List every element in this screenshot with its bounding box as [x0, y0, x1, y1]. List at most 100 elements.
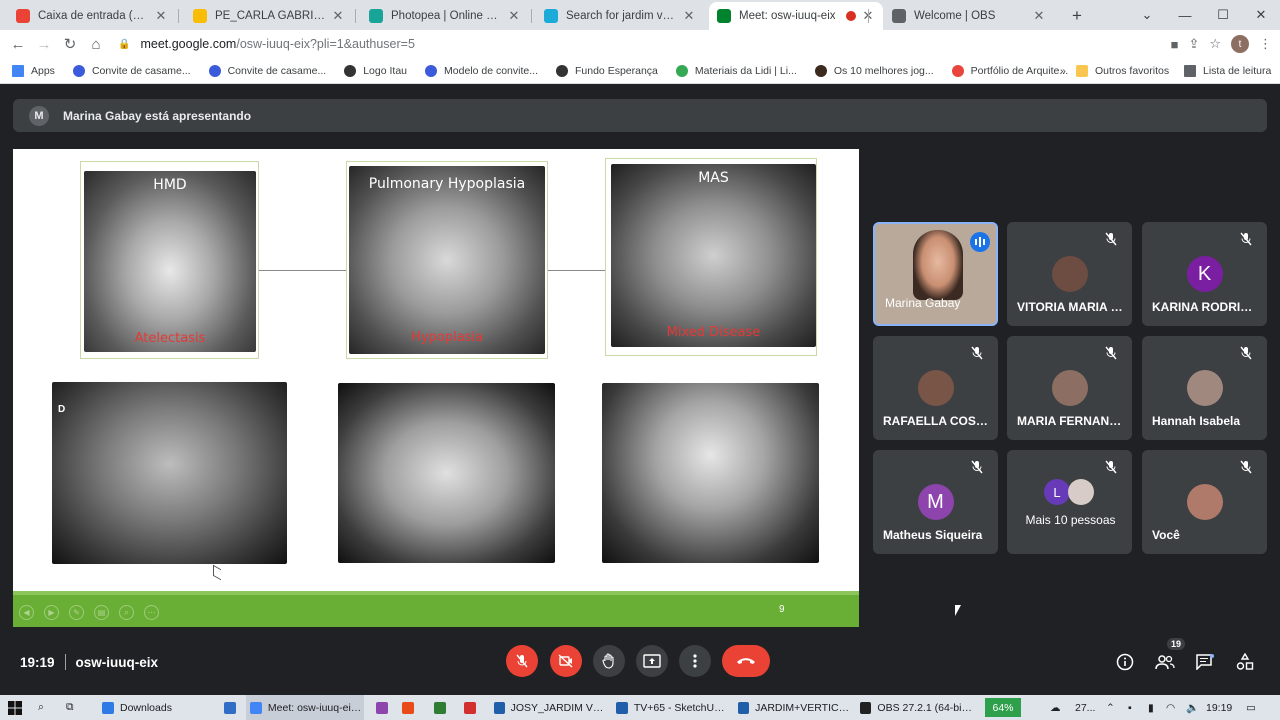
- meeting-info-button[interactable]: [1114, 651, 1136, 673]
- back-button[interactable]: ←: [5, 36, 31, 53]
- browser-menu-icon[interactable]: ⋮: [1259, 36, 1272, 52]
- slides-icon[interactable]: ▤: [94, 605, 109, 620]
- participant-tile[interactable]: RAFAELLA COST...: [873, 336, 998, 440]
- taskbar-app[interactable]: JOSY_JARDIM VERT...: [490, 695, 608, 720]
- profile-avatar[interactable]: t: [1231, 35, 1249, 53]
- taskbar-app-label: TV+65 - SketchUp ...: [633, 701, 730, 714]
- browser-tab[interactable]: Photopea | Online Photo Ed ✕: [361, 2, 529, 30]
- bookmark-item[interactable]: Convite de casame...: [72, 64, 191, 77]
- taskbar-clock[interactable]: 19:19: [1206, 695, 1232, 720]
- search-icon[interactable]: ⌕: [38, 695, 44, 720]
- close-tab-icon[interactable]: ✕: [1032, 8, 1046, 24]
- camera-in-use-icon[interactable]: ■: [1171, 37, 1179, 52]
- reading-list[interactable]: Lista de leitura: [1184, 64, 1272, 77]
- participant-tile[interactable]: Marina Gabay: [873, 222, 998, 326]
- participant-tile[interactable]: MARIA FERNAND...: [1007, 336, 1132, 440]
- temperature[interactable]: 27...: [1075, 695, 1095, 720]
- participant-name: MARIA FERNAND...: [1017, 414, 1124, 428]
- weather-icon[interactable]: ☁: [1050, 695, 1061, 720]
- bookmark-item[interactable]: Materiais da Lidi | Li...: [675, 64, 797, 77]
- battery-indicator: 64%: [985, 698, 1021, 717]
- browser-tab[interactable]: Welcome | OBS ✕: [884, 2, 1054, 30]
- participant-name: Mais 10 pessoas: [1025, 513, 1116, 527]
- taskbar-app[interactable]: [398, 695, 420, 720]
- bookmark-label: Materiais da Lidi | Li...: [694, 64, 797, 77]
- wifi-icon[interactable]: ◠: [1166, 695, 1175, 720]
- taskbar-app[interactable]: [430, 695, 452, 720]
- taskbar-app[interactable]: [372, 695, 394, 720]
- prev-slide-icon[interactable]: ◀: [19, 605, 34, 620]
- tray-chevron-icon[interactable]: ⌃: [1106, 695, 1115, 720]
- forward-button[interactable]: →: [31, 36, 57, 53]
- participant-name: VITORIA MARIA L...: [1017, 300, 1124, 314]
- minimize-button[interactable]: —: [1166, 8, 1204, 23]
- participant-tile[interactable]: L Mais 10 pessoas: [1007, 450, 1132, 554]
- present-button[interactable]: [636, 645, 668, 677]
- taskbar-app[interactable]: [460, 695, 482, 720]
- volume-icon[interactable]: 🔈: [1186, 695, 1199, 720]
- participant-tile[interactable]: Hannah Isabela: [1142, 336, 1267, 440]
- more-options-button[interactable]: [679, 645, 711, 677]
- bookmark-item[interactable]: Apps: [12, 64, 55, 77]
- activities-button[interactable]: [1234, 651, 1256, 673]
- mic-off-button[interactable]: [506, 645, 538, 677]
- bookmark-item[interactable]: Modelo de convite...: [425, 64, 538, 77]
- reading-list-label: Lista de leitura: [1203, 64, 1272, 77]
- maximize-button[interactable]: ☐: [1204, 7, 1242, 23]
- tray-app-icon[interactable]: ▪: [1128, 695, 1132, 720]
- notifications-icon[interactable]: ▭: [1246, 695, 1256, 720]
- app-icon: [402, 701, 414, 714]
- task-view-icon[interactable]: ⧉: [66, 695, 74, 720]
- home-button[interactable]: ⌂: [83, 36, 109, 53]
- raise-hand-button[interactable]: [593, 645, 625, 677]
- next-slide-icon[interactable]: ▶: [44, 605, 59, 620]
- more-options-icon[interactable]: ⋯: [144, 605, 159, 620]
- taskbar-app[interactable]: [220, 695, 242, 720]
- camera-off-button[interactable]: [550, 645, 582, 677]
- taskbar-app[interactable]: TV+65 - SketchUp ...: [612, 695, 730, 720]
- taskbar-app[interactable]: Meet: osw-iuuq-eix...: [246, 695, 364, 720]
- more-vert-icon: [693, 654, 697, 668]
- new-tab-button[interactable]: +: [1064, 2, 1088, 30]
- bookmark-item[interactable]: Fundo Esperança: [556, 64, 658, 77]
- start-button[interactable]: [8, 695, 22, 720]
- url-host: meet.google.com: [140, 37, 237, 51]
- tab-search-icon[interactable]: ⌄: [1128, 7, 1166, 23]
- close-window-button[interactable]: ✕: [1242, 7, 1280, 23]
- bookmark-item[interactable]: Logo Itau: [344, 64, 407, 77]
- bookmark-item[interactable]: Portfólio de Arquite...: [951, 64, 1068, 77]
- usb-icon[interactable]: ▮: [1148, 695, 1154, 720]
- participant-tile[interactable]: M Matheus Siqueira: [873, 450, 998, 554]
- bookmarks-overflow[interactable]: »: [1060, 65, 1066, 77]
- address-bar[interactable]: 🔒 meet.google.com/osw-iuuq-eix?pli=1&aut…: [118, 33, 1118, 55]
- people-button[interactable]: [1154, 651, 1176, 673]
- other-favorites[interactable]: Outros favoritos: [1076, 64, 1169, 77]
- pen-icon[interactable]: ✎: [69, 605, 84, 620]
- participant-tile[interactable]: VITORIA MARIA L...: [1007, 222, 1132, 326]
- leave-call-button[interactable]: [722, 645, 770, 677]
- participant-tile[interactable]: Você: [1142, 450, 1267, 554]
- zoom-icon[interactable]: ⌕: [119, 605, 134, 620]
- browser-tab[interactable]: Caixa de entrada (126) - th ✕: [8, 2, 176, 30]
- xray-label: D: [58, 404, 66, 415]
- mic-off-icon: [516, 654, 528, 668]
- chat-button[interactable]: [1194, 651, 1216, 673]
- taskbar-app[interactable]: JARDIM+VERTICAL...: [734, 695, 852, 720]
- taskbar-app[interactable]: OBS 27.2.1 (64-bit, ...: [856, 695, 974, 720]
- browser-tab[interactable]: PE_CARLA GABRIEL_DET. FA ✕: [185, 2, 353, 30]
- close-tab-icon[interactable]: ✕: [154, 8, 168, 24]
- close-tab-icon[interactable]: ✕: [331, 8, 345, 24]
- tab-title: PE_CARLA GABRIEL_DET. FA: [215, 10, 325, 22]
- browser-tab[interactable]: ✕: [838, 2, 866, 30]
- bookmark-item[interactable]: Convite de casame...: [208, 64, 326, 77]
- browser-tab[interactable]: Search for jardim vertical | ✕: [536, 2, 704, 30]
- participant-tile[interactable]: K KARINA RODRIG...: [1142, 222, 1267, 326]
- xray-caption: Atelectasis: [134, 331, 206, 346]
- close-tab-icon[interactable]: ✕: [682, 8, 696, 24]
- bookmark-item[interactable]: Os 10 melhores jog...: [814, 64, 934, 77]
- taskbar-app[interactable]: Downloads: [98, 695, 218, 720]
- close-tab-icon[interactable]: ✕: [507, 8, 521, 24]
- share-icon[interactable]: ⇪: [1188, 36, 1199, 52]
- reload-button[interactable]: ↻: [57, 35, 83, 53]
- bookmark-star-icon[interactable]: ☆: [1209, 36, 1221, 52]
